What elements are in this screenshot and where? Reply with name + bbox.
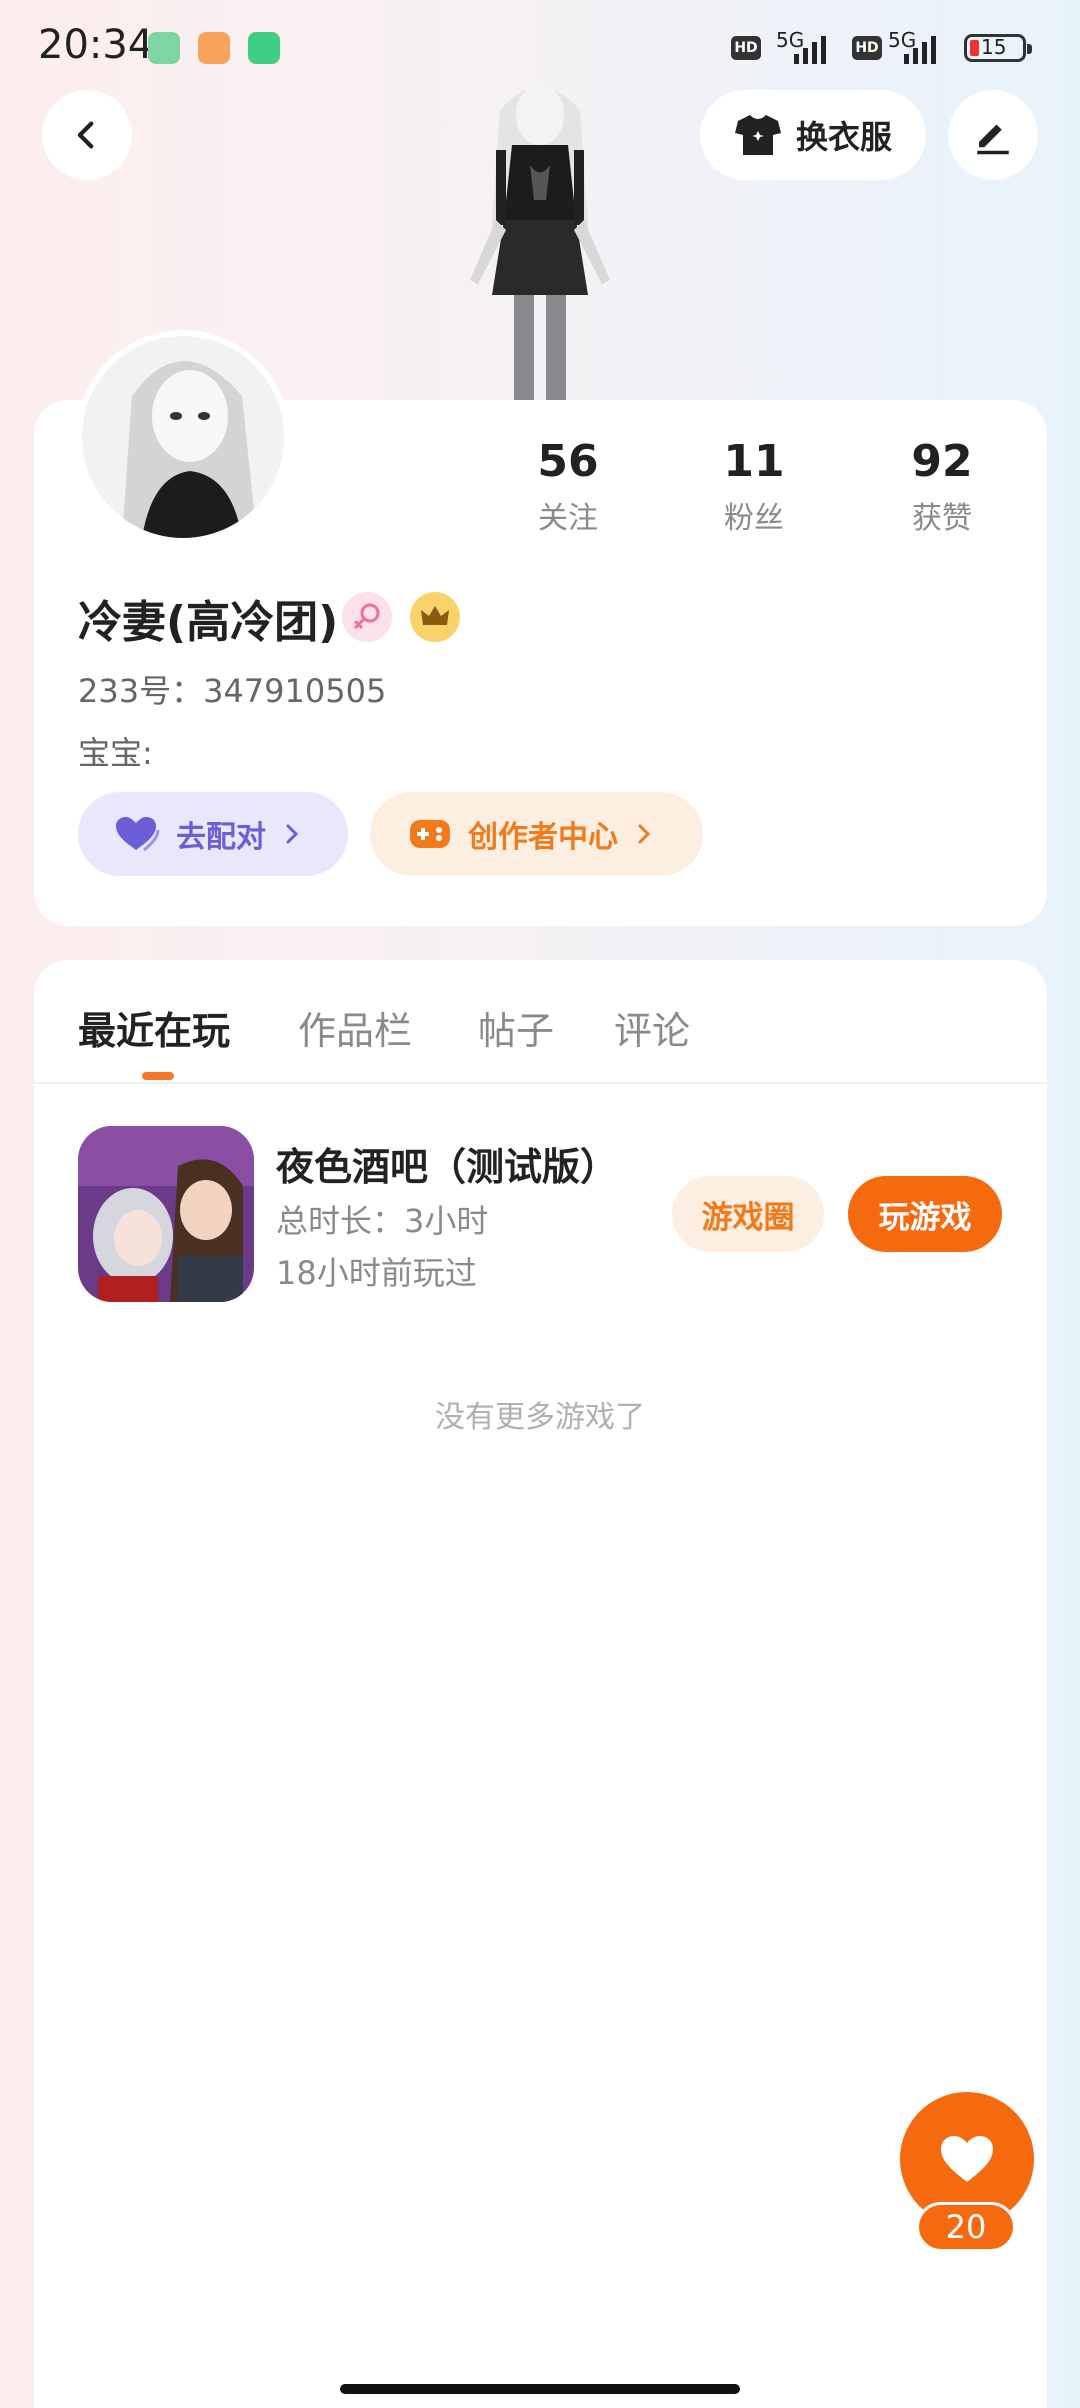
play-game-button[interactable]: 玩游戏 (848, 1176, 1002, 1252)
game-icon[interactable] (78, 1126, 254, 1302)
creator-center-label: 创作者中心 (468, 820, 618, 855)
edit-profile-button[interactable] (948, 90, 1038, 180)
wechat-app-icon (248, 32, 280, 64)
heart-icon (941, 2136, 993, 2182)
status-time: 20:34 (38, 22, 154, 68)
nickname: 冷妻(高冷团) (78, 597, 339, 648)
baby-label: 宝宝: (78, 734, 153, 772)
female-gender-icon (342, 592, 392, 642)
game-circle-button[interactable]: 游戏圈 (672, 1176, 824, 1252)
hd-icon: HD (731, 36, 761, 60)
shirt-icon (734, 115, 781, 155)
user-id: 233号：347910505 (78, 672, 387, 710)
match-button[interactable]: 去配对 (78, 792, 348, 876)
battery-level: 15 (981, 35, 1007, 59)
game-title[interactable]: 夜色酒吧（测试版） (276, 1136, 618, 1191)
game-total-time: 总时长：3小时 (276, 1202, 489, 1240)
change-outfit-label: 换衣服 (795, 118, 892, 156)
like-count: 20 (916, 2202, 1016, 2252)
hd-icon: HD (852, 36, 882, 60)
chevron-right-icon (638, 824, 651, 844)
back-button[interactable] (42, 90, 132, 180)
signal-icon (794, 36, 826, 64)
avatar-image (82, 336, 284, 538)
likes-label: 获赞 (912, 501, 972, 536)
creator-center-button[interactable]: 创作者中心 (370, 792, 703, 876)
tab-posts[interactable]: 帖子 (478, 1000, 554, 1055)
empty-hint: 没有更多游戏了 (435, 1400, 645, 1435)
pen-icon (977, 124, 1009, 155)
likes-count: 92 (911, 436, 973, 487)
active-tab-indicator (142, 1072, 174, 1080)
following-label: 关注 (538, 501, 598, 536)
following-count: 56 (537, 436, 599, 487)
change-outfit-button[interactable]: 换衣服 (700, 90, 926, 180)
stat-likes[interactable]: 92 获赞 (862, 436, 1022, 537)
home-indicator[interactable] (340, 2384, 740, 2394)
stat-followers[interactable]: 11 粉丝 (674, 436, 834, 537)
crown-badge-icon (410, 592, 460, 642)
tab-recently-played[interactable]: 最近在玩 (78, 1000, 230, 1055)
tab-works[interactable]: 作品栏 (298, 1000, 412, 1055)
gamepad-icon (410, 820, 450, 848)
signal-icon (904, 36, 936, 64)
battery-icon: 15 (964, 34, 1032, 62)
game-last-played: 18小时前玩过 (276, 1254, 477, 1292)
followers-count: 11 (723, 436, 785, 487)
stat-following[interactable]: 56 关注 (488, 436, 648, 537)
message-app-icon (198, 32, 230, 64)
tab-comments[interactable]: 评论 (614, 1000, 690, 1055)
match-label: 去配对 (176, 820, 266, 855)
tab-divider (34, 1082, 1047, 1084)
avatar[interactable] (76, 330, 290, 544)
followers-label: 粉丝 (724, 501, 784, 536)
hearts-icon (116, 817, 160, 852)
chevron-left-icon (77, 121, 94, 149)
chevron-right-icon (286, 824, 299, 844)
character-model-image[interactable] (430, 70, 650, 405)
store-app-icon (148, 32, 180, 64)
